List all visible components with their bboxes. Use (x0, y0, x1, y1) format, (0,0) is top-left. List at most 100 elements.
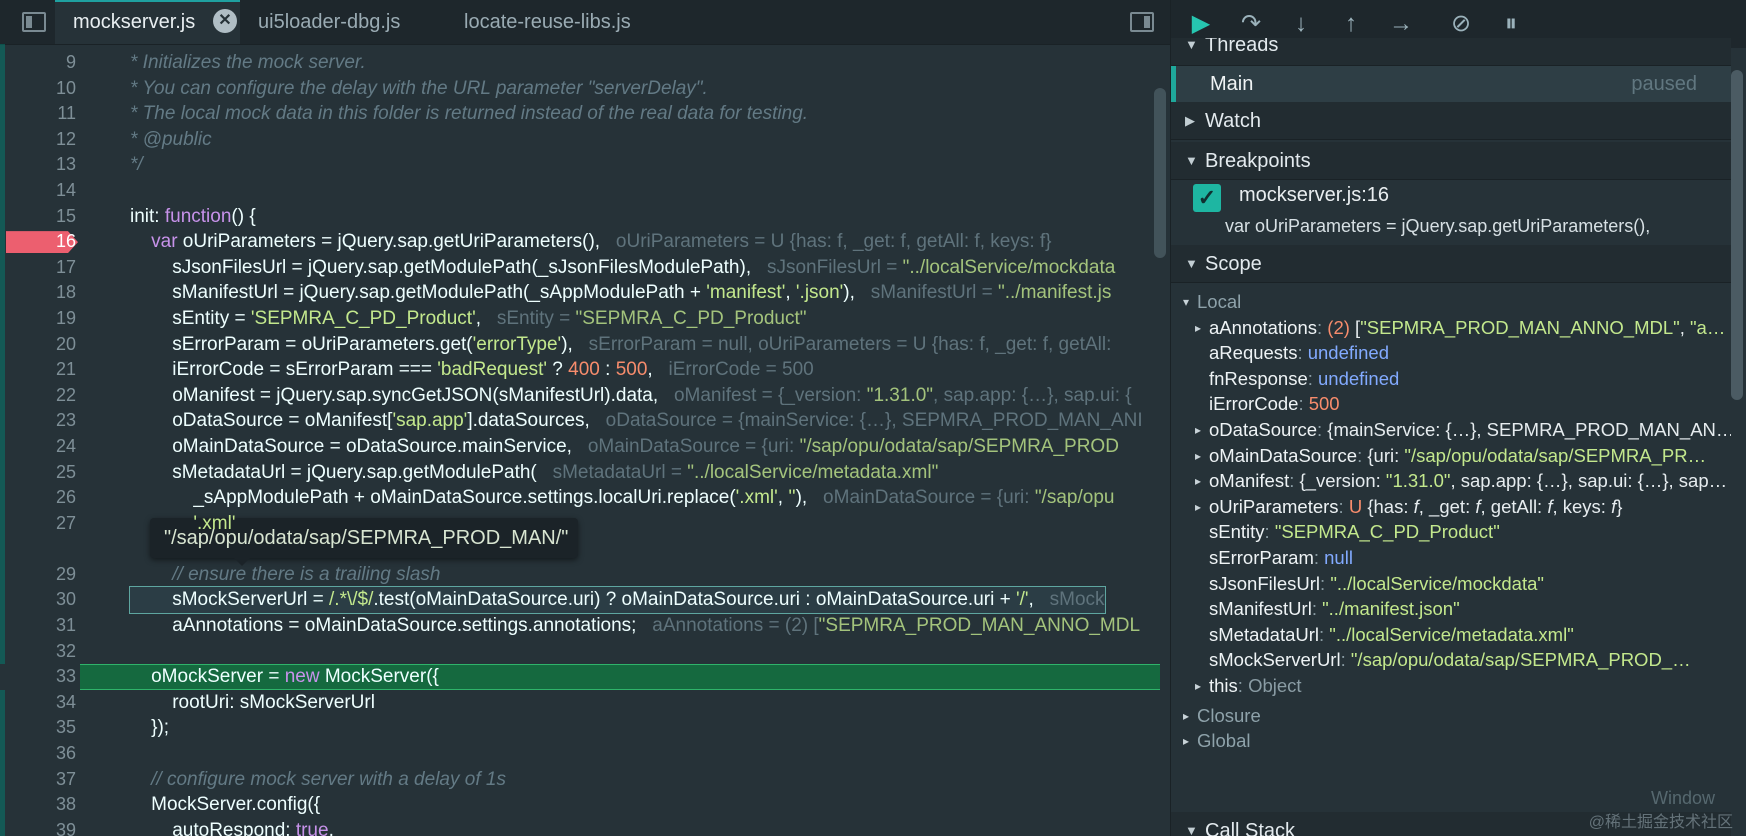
line-number[interactable]: 38 (0, 792, 76, 818)
line-number[interactable]: 18 (0, 280, 76, 306)
code-line[interactable]: 30 sMockServerUrl = /.*\/$/.test(oMainDa… (0, 586, 1160, 615)
code-line[interactable]: 25 sMetadataUrl = jQuery.sap.getModulePa… (0, 460, 1160, 486)
code-line[interactable]: 26 _sAppModulePath + oMainDataSource.set… (0, 485, 1160, 511)
scope-variable[interactable]: sJsonFilesUrl: "../localService/mockdata… (1171, 570, 1731, 598)
tab-locate-reuse-libs[interactable]: locate-reuse-libs.js (446, 0, 656, 44)
chevron-right-icon[interactable]: ▸ (1183, 727, 1189, 755)
line-number[interactable]: 32 (0, 639, 76, 665)
scope-section-header[interactable]: ▼ Scope (1171, 245, 1731, 283)
chevron-right-icon[interactable]: ▸ (1195, 416, 1201, 444)
chevron-right-icon[interactable]: ▸ (1195, 467, 1201, 495)
line-number[interactable]: 31 (0, 613, 76, 639)
pause-on-exceptions-icon[interactable]: ⏸ (1495, 8, 1527, 40)
line-number[interactable]: 24 (0, 434, 76, 460)
editor-scrollbar[interactable] (1154, 88, 1166, 258)
deactivate-breakpoints-icon[interactable]: ⊘ (1445, 8, 1477, 40)
scope-group[interactable]: ▾ Local (1171, 288, 1731, 316)
code-line[interactable]: 18 sManifestUrl = jQuery.sap.getModulePa… (0, 280, 1160, 306)
line-number[interactable]: 19 (0, 306, 76, 332)
chevron-right-icon[interactable]: ▸ (1195, 493, 1201, 521)
line-number[interactable]: 39 (0, 818, 76, 836)
scope-variable[interactable]: ▸ oDataSource: {mainService: {…}, SEPMRA_… (1171, 416, 1731, 444)
scope-variable[interactable]: fnResponse: undefined (1171, 365, 1731, 393)
code-line[interactable]: 24 oMainDataSource = oDataSource.mainSer… (0, 434, 1160, 460)
code-line[interactable]: 11 * The local mock data in this folder i… (0, 101, 1160, 127)
line-number[interactable]: 20 (0, 332, 76, 358)
scope-group[interactable]: ▸ Global (1171, 727, 1731, 755)
line-number[interactable]: 22 (0, 383, 76, 409)
code-line[interactable]: 12 * @public (0, 127, 1160, 153)
close-icon[interactable]: ✕ (213, 9, 237, 33)
line-number[interactable]: 15 (0, 204, 76, 230)
code-lines[interactable]: 9 * Initializes the mock server. 10 * You c… (0, 50, 1160, 836)
sidebar-left-icon[interactable] (22, 12, 46, 32)
line-number[interactable]: 11 (0, 101, 76, 127)
code-line[interactable]: 15 init: function() { (0, 204, 1160, 230)
code-line[interactable]: 31 aAnnotations = oMainDataSource.settin… (0, 613, 1160, 639)
code-line[interactable]: 27 '.xml' (0, 511, 1160, 537)
code-line[interactable]: 36 (0, 741, 1160, 767)
scope-variable[interactable]: sEntity: "SEPMRA_C_PD_Product" (1171, 518, 1731, 546)
scope-variable[interactable]: ▸ oMainDataSource: {uri: "/sap/opu/odata/… (1171, 442, 1731, 470)
chevron-right-icon[interactable]: ▸ (1195, 442, 1201, 470)
code-line[interactable]: 14 (0, 178, 1160, 204)
code-line[interactable]: 17 sJsonFilesUrl = jQuery.sap.getModuleP… (0, 255, 1160, 281)
line-number[interactable]: 17 (0, 255, 76, 281)
thread-item-main[interactable]: Main paused (1171, 66, 1731, 102)
chevron-right-icon[interactable]: ▸ (1183, 702, 1189, 730)
line-number[interactable]: 30 (0, 587, 76, 613)
line-number[interactable]: 9 (0, 50, 76, 76)
code-line[interactable]: 32 (0, 639, 1160, 665)
resume-icon[interactable]: ▶ (1185, 8, 1217, 40)
line-number[interactable]: 23 (0, 408, 76, 434)
code-line[interactable]: 20 sErrorParam = oUriParameters.get('err… (0, 332, 1160, 358)
line-number[interactable]: 29 (0, 562, 76, 588)
line-number[interactable]: 27 (0, 511, 76, 537)
line-number[interactable]: 13 (0, 152, 76, 178)
scope-group[interactable]: ▸ Closure (1171, 702, 1731, 730)
sidebar-right-icon[interactable] (1130, 12, 1154, 32)
scope-variable[interactable]: ▸ this: Object (1171, 672, 1731, 700)
line-number[interactable]: 14 (0, 178, 76, 204)
scope-variable[interactable]: ▸ aAnnotations: (2) ["SEPMRA_PROD_MAN_ANN… (1171, 314, 1731, 342)
scope-variable[interactable]: sErrorParam: null (1171, 544, 1731, 572)
line-number[interactable]: 26 (0, 485, 76, 511)
code-line[interactable]: 23 oDataSource = oManifest['sap.app'].da… (0, 408, 1160, 434)
scope-variable[interactable]: ▸ oUriParameters: U {has: f, _get: f, get… (1171, 493, 1731, 521)
line-number[interactable]: 36 (0, 741, 76, 767)
step-icon[interactable]: → (1385, 8, 1417, 40)
line-number[interactable]: 25 (0, 460, 76, 486)
scope-variable[interactable]: sMockServerUrl: "/sap/opu/odata/sap/SEPM… (1171, 646, 1731, 674)
scope-variable[interactable]: sManifestUrl: "../manifest.json" (1171, 595, 1731, 623)
code-line[interactable]: 19 sEntity = 'SEPMRA_C_PD_Product', sEnt… (0, 306, 1160, 332)
code-line[interactable]: 39 autoRespond: true, (0, 818, 1160, 836)
scope-variable[interactable]: aRequests: undefined (1171, 339, 1731, 367)
breakpoint-item[interactable]: ✓ mockserver.js:16 var oUriParameters = … (1171, 180, 1731, 244)
step-out-icon[interactable]: ↑ (1335, 8, 1367, 40)
code-line[interactable]: 38 MockServer.config({ (0, 792, 1160, 818)
code-line[interactable]: 34 rootUri: sMockServerUrl (0, 690, 1160, 716)
threads-section-header[interactable]: ▼ Threads (1171, 38, 1731, 66)
code-line[interactable]: 35 }); (0, 715, 1160, 741)
code-line[interactable]: 16 var oUriParameters = jQuery.sap.getUr… (0, 229, 1160, 255)
chevron-right-icon[interactable]: ▸ (1195, 672, 1201, 700)
line-number[interactable]: 33 (0, 664, 76, 690)
watch-section-header[interactable]: ▶ Watch (1171, 102, 1731, 140)
scope-variable[interactable]: sMetadataUrl: "../localService/metadata.… (1171, 621, 1731, 649)
chevron-down-icon[interactable]: ▾ (1183, 288, 1189, 316)
breakpoints-section-header[interactable]: ▼ Breakpoints (1171, 142, 1731, 180)
chevron-right-icon[interactable]: ▸ (1195, 314, 1201, 342)
scope-variable[interactable]: iErrorCode: 500 (1171, 390, 1731, 418)
step-into-icon[interactable]: ↓ (1285, 8, 1317, 40)
line-number[interactable]: 34 (0, 690, 76, 716)
scope-variable[interactable]: ▸ oManifest: {_version: "1.31.0", sap.app… (1171, 467, 1731, 495)
line-number[interactable]: 35 (0, 715, 76, 741)
line-number[interactable]: 37 (0, 767, 76, 793)
line-number[interactable]: 12 (0, 127, 76, 153)
breakpoint-checkbox[interactable]: ✓ (1193, 184, 1221, 212)
tab-ui5loader[interactable]: ui5loader-dbg.js (240, 0, 430, 44)
line-number[interactable]: 16 (0, 229, 76, 255)
code-line[interactable]: 37 // configure mock server with a delay… (0, 767, 1160, 793)
debugger-scrollbar[interactable] (1731, 70, 1743, 400)
line-number[interactable]: 21 (0, 357, 76, 383)
